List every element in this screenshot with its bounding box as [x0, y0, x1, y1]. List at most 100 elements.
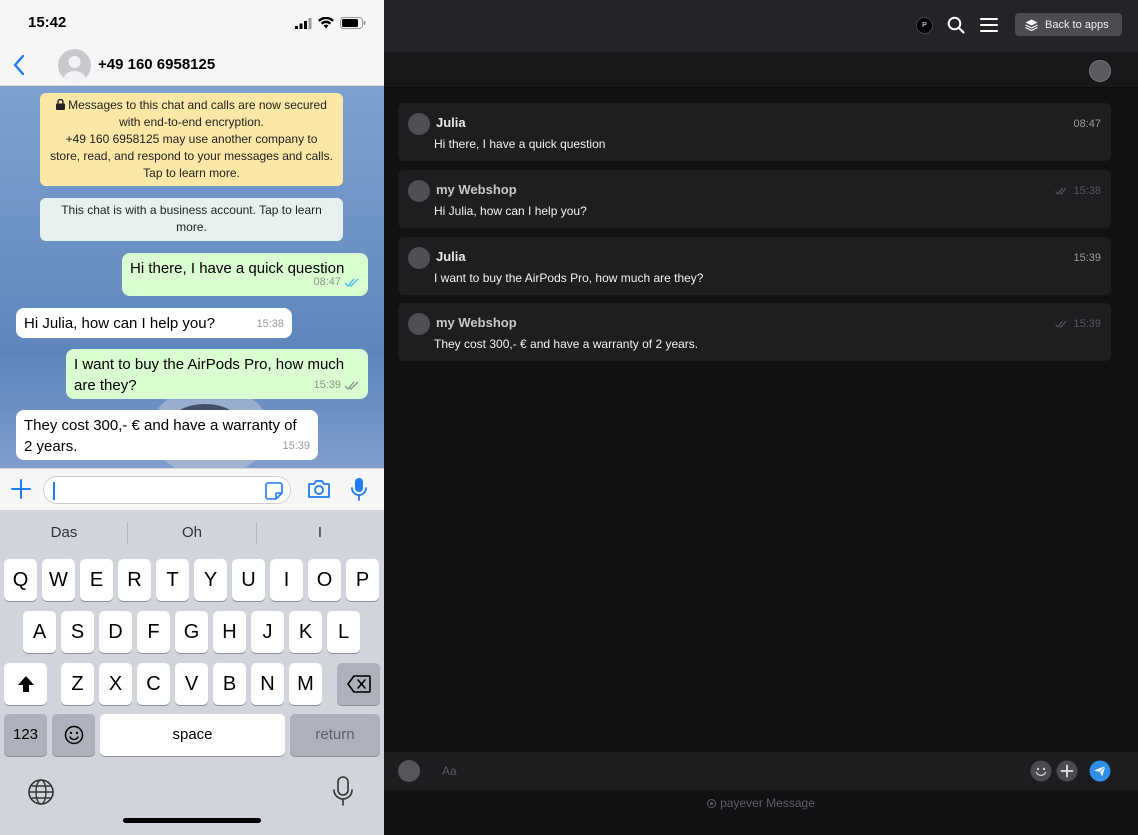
add-attachment-icon[interactable] — [1056, 760, 1078, 782]
top-bar: P Back to apps — [384, 0, 1138, 52]
contact-name[interactable]: +49 160 6958125 — [98, 56, 215, 73]
contact-avatar[interactable] — [58, 49, 91, 82]
shift-icon — [17, 676, 34, 692]
key-k[interactable]: K — [289, 611, 322, 653]
user-avatar[interactable] — [1089, 60, 1111, 82]
chat-area[interactable]: Messages to this chat and calls are now … — [0, 86, 384, 468]
key-b[interactable]: B — [213, 663, 246, 705]
back-to-apps-button[interactable]: Back to apps — [1015, 13, 1122, 36]
sticker-icon[interactable] — [264, 481, 284, 501]
message-input-field[interactable] — [52, 481, 252, 501]
key-y[interactable]: Y — [194, 559, 227, 601]
key-s[interactable]: S — [61, 611, 94, 653]
footer-product-name: Message — [766, 796, 815, 810]
double-check-icon — [344, 381, 359, 390]
chat-header: +49 160 6958125 — [0, 44, 384, 86]
message-input-bar — [0, 468, 384, 510]
composer-input[interactable] — [428, 756, 1028, 786]
key-h[interactable]: H — [213, 611, 246, 653]
message-time-text: 15:38 — [1073, 185, 1101, 197]
suggestion-3[interactable]: I — [260, 520, 380, 546]
send-icon[interactable] — [1089, 760, 1111, 782]
message-author: my Webshop — [436, 182, 517, 197]
message-text: Hi there, I have a quick question — [434, 137, 606, 151]
footer-brand-name: payever — [720, 796, 763, 810]
message-bubble-incoming[interactable]: Hi Julia, how can I help you? 15:38 — [16, 308, 292, 338]
camera-icon[interactable] — [307, 478, 331, 500]
home-indicator[interactable] — [123, 818, 261, 823]
microphone-icon[interactable] — [350, 477, 368, 501]
message-time-text: 15:39 — [1073, 318, 1101, 330]
message-card[interactable]: Julia 15:39 I want to buy the AirPods Pr… — [398, 237, 1111, 295]
key-o[interactable]: O — [308, 559, 341, 601]
message-text: They cost 300,- € and have a warranty of… — [24, 417, 297, 455]
layers-icon — [1025, 19, 1038, 31]
encryption-notice[interactable]: Messages to this chat and calls are now … — [40, 93, 343, 186]
key-v[interactable]: V — [175, 663, 208, 705]
globe-icon[interactable] — [27, 778, 55, 806]
key-w[interactable]: W — [42, 559, 75, 601]
message-time: 15:39 — [1073, 252, 1101, 264]
author-avatar — [408, 113, 430, 135]
key-c[interactable]: C — [137, 663, 170, 705]
key-r[interactable]: R — [118, 559, 151, 601]
status-bar: 15:42 — [0, 0, 384, 44]
key-u[interactable]: U — [232, 559, 265, 601]
business-notice[interactable]: This chat is with a business account. Ta… — [40, 198, 343, 241]
key-g[interactable]: G — [175, 611, 208, 653]
suggestion-2[interactable]: Oh — [131, 520, 253, 546]
brand-logo-icon[interactable]: P — [916, 17, 933, 34]
wifi-icon — [318, 17, 334, 29]
dictation-microphone-icon[interactable] — [332, 776, 354, 806]
author-avatar — [408, 313, 430, 335]
space-key[interactable]: space — [100, 714, 285, 756]
double-check-icon — [1055, 187, 1067, 195]
message-time: 08:47 — [313, 276, 341, 288]
emoji-key[interactable] — [52, 714, 95, 756]
key-p[interactable]: P — [346, 559, 379, 601]
numbers-key[interactable]: 123 — [4, 714, 47, 756]
message-text: Hi Julia, how can I help you? — [434, 204, 587, 218]
message-bubble-outgoing[interactable]: I want to buy the AirPods Pro, how much … — [66, 349, 368, 399]
chat-subheader — [384, 52, 1138, 88]
plus-icon[interactable] — [10, 478, 32, 500]
message-bubble-outgoing[interactable]: Hi there, I have a quick question 08:47 — [122, 253, 368, 296]
emoji-icon[interactable] — [1030, 760, 1052, 782]
delete-key[interactable] — [337, 663, 380, 705]
key-n[interactable]: N — [251, 663, 284, 705]
message-time: 15:38 — [256, 318, 284, 330]
message-input[interactable] — [43, 476, 291, 504]
key-a[interactable]: A — [23, 611, 56, 653]
key-e[interactable]: E — [80, 559, 113, 601]
message-author: Julia — [436, 115, 466, 130]
message-card[interactable]: Julia 08:47 Hi there, I have a quick que… — [398, 103, 1111, 161]
chevron-left-icon[interactable] — [8, 52, 32, 78]
key-t[interactable]: T — [156, 559, 189, 601]
phone-screen: 15:42 +49 160 6958125 Messages to this c… — [0, 0, 384, 835]
key-q[interactable]: Q — [4, 559, 37, 601]
message-author: my Webshop — [436, 315, 517, 330]
message-bubble-incoming[interactable]: They cost 300,- € and have a warranty of… — [16, 410, 318, 460]
message-card[interactable]: my Webshop 15:39 They cost 300,- € and h… — [398, 303, 1111, 361]
suggestion-1[interactable]: Das — [4, 520, 124, 546]
key-i[interactable]: I — [270, 559, 303, 601]
key-x[interactable]: X — [99, 663, 132, 705]
key-d[interactable]: D — [99, 611, 132, 653]
shift-key[interactable] — [4, 663, 47, 705]
key-z[interactable]: Z — [61, 663, 94, 705]
suggestion-divider — [127, 522, 128, 544]
message-time: 15:39 — [1055, 318, 1101, 330]
key-l[interactable]: L — [327, 611, 360, 653]
message-card[interactable]: my Webshop 15:38 Hi Julia, how can I hel… — [398, 170, 1111, 228]
suggestion-divider — [256, 522, 257, 544]
search-icon[interactable] — [947, 16, 965, 34]
key-m[interactable]: M — [289, 663, 322, 705]
key-f[interactable]: F — [137, 611, 170, 653]
message-time-text: 08:47 — [1073, 118, 1101, 130]
message-meta: 08:47 — [313, 272, 360, 293]
key-j[interactable]: J — [251, 611, 284, 653]
return-key[interactable]: return — [290, 714, 380, 756]
message-time: 15:38 — [1055, 185, 1101, 197]
encryption-text-1: Messages to this chat and calls are now … — [68, 98, 327, 129]
hamburger-menu-icon[interactable] — [980, 17, 998, 33]
